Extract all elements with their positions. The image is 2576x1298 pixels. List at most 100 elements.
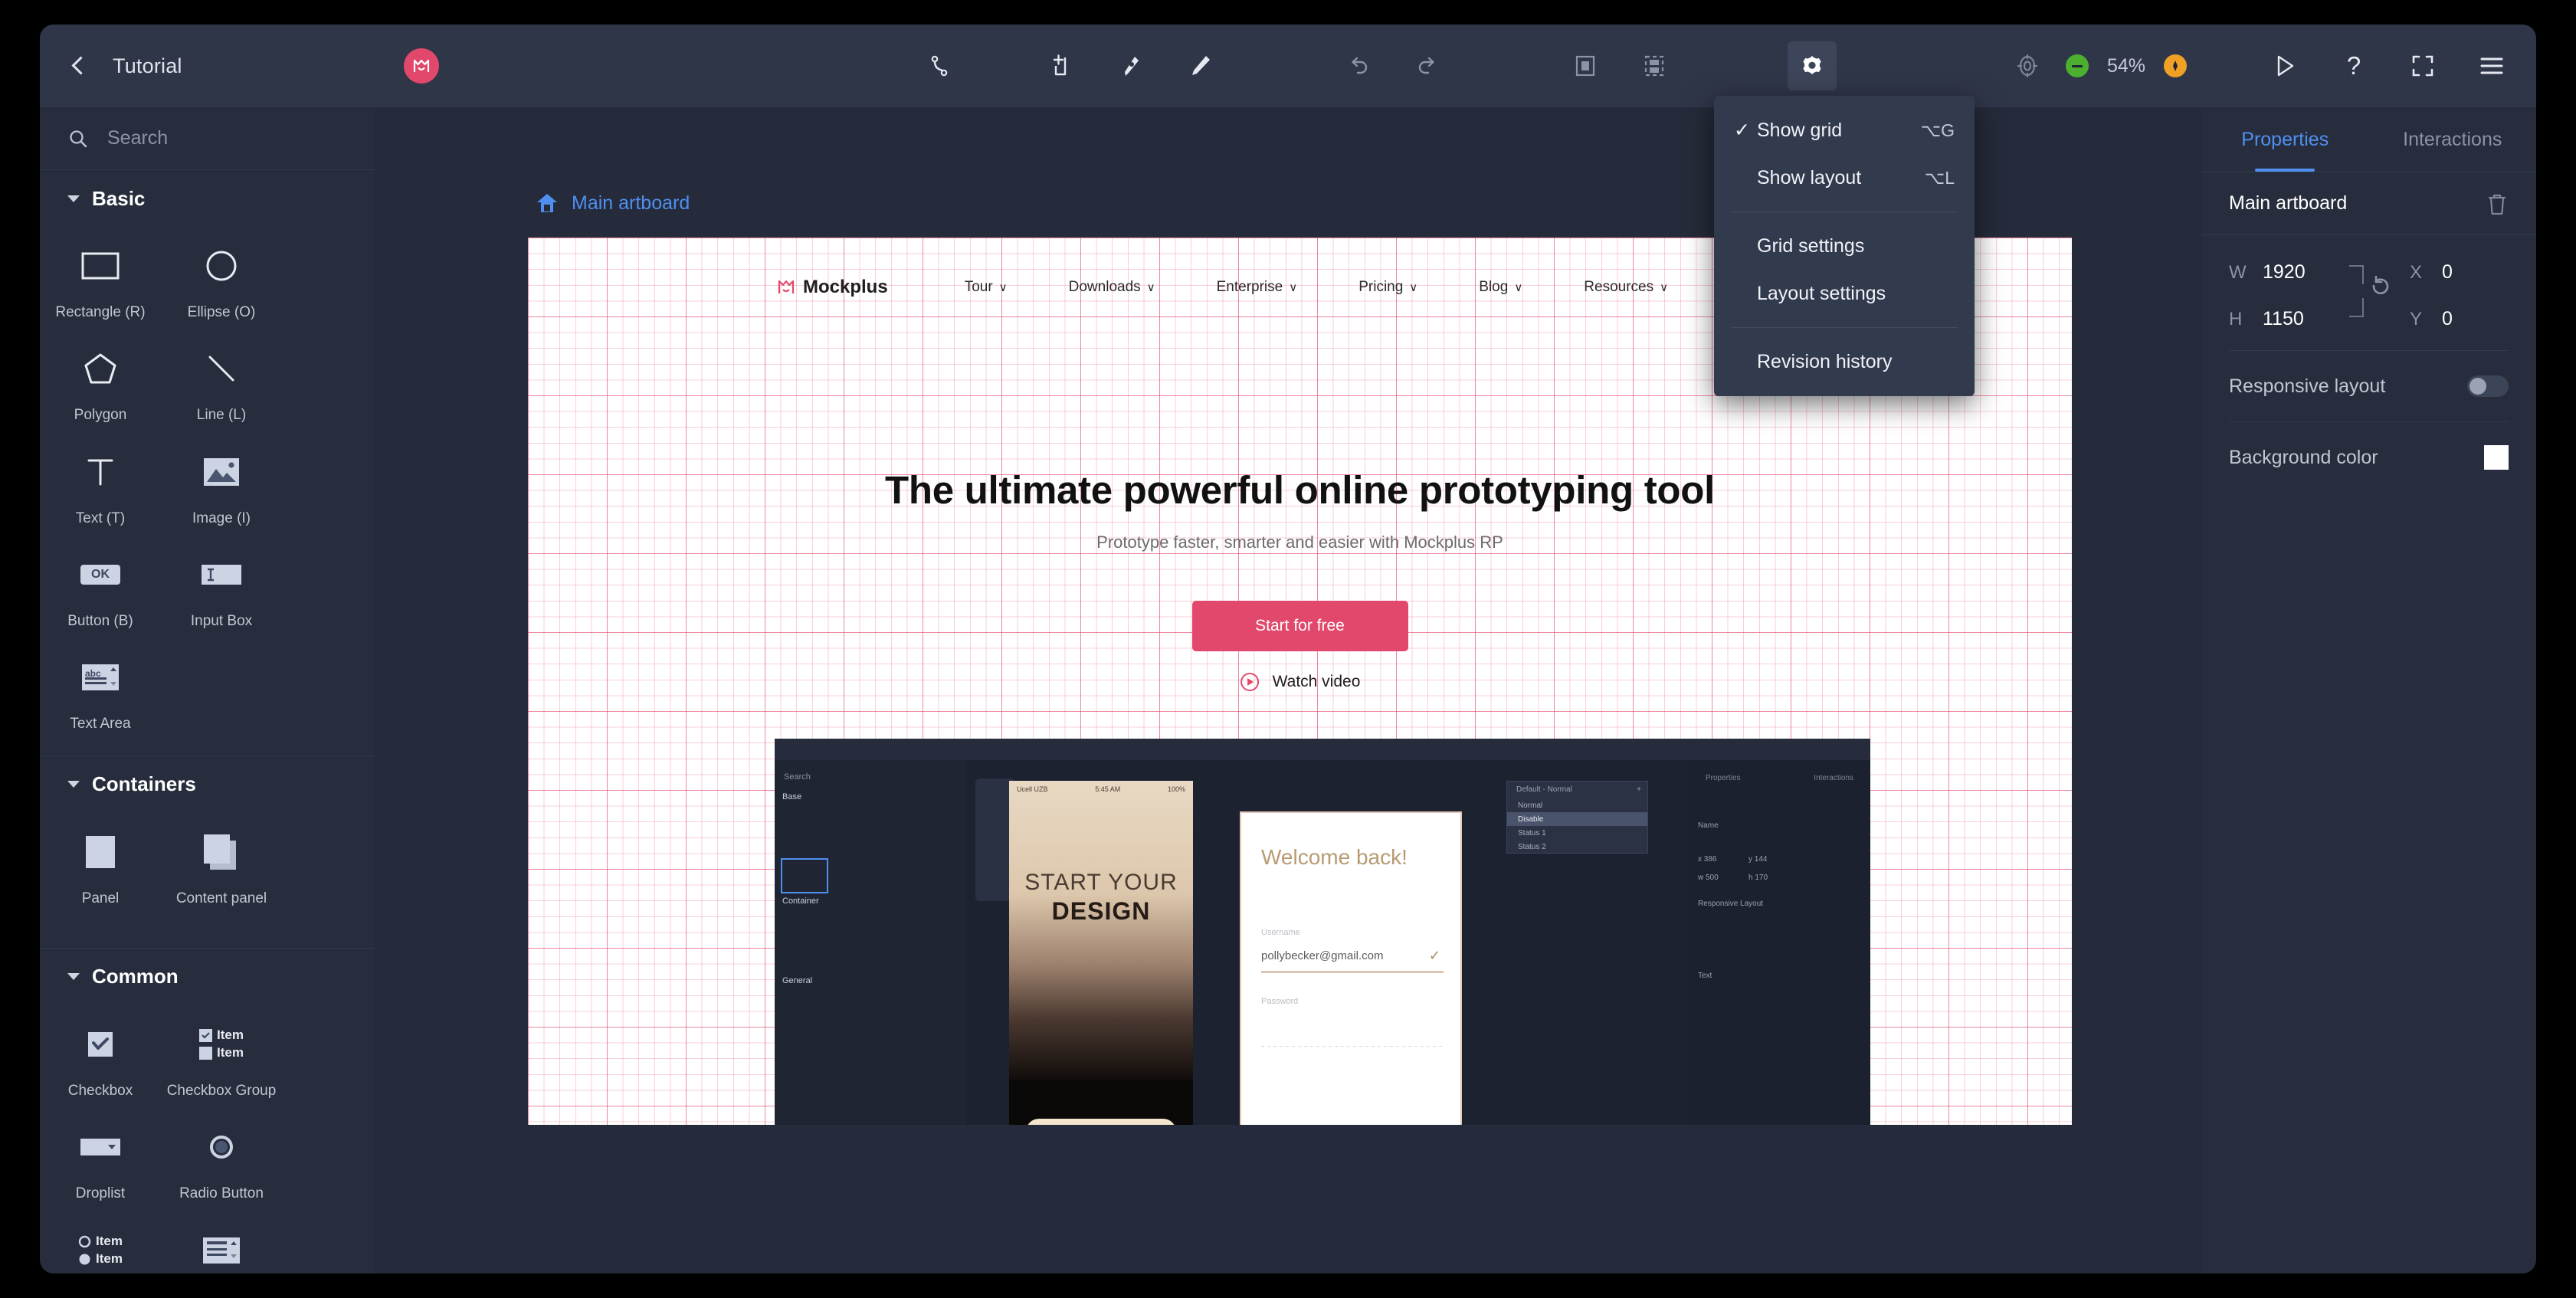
mockplus-logo[interactable] (404, 48, 439, 84)
responsive-layout-toggle[interactable] (2467, 375, 2509, 397)
trash-icon (2489, 194, 2506, 215)
component-input-box[interactable]: Input Box (161, 536, 282, 638)
tab-interactions[interactable]: Interactions (2369, 107, 2537, 172)
pencil-tool[interactable] (1176, 41, 1225, 90)
component-checkbox[interactable]: Checkbox (40, 1005, 161, 1108)
nav-item[interactable]: Resources ∨ (1584, 279, 1668, 296)
component-content-panel[interactable]: Content panel (161, 813, 282, 916)
x-value[interactable]: 0 (2442, 261, 2453, 284)
background-color-swatch[interactable] (2484, 445, 2509, 470)
shot-dropdown-option: Status 1 (1518, 828, 1546, 837)
app-window: Tutorial 54% ? Search Basic Rectangle (R… (40, 25, 2536, 1273)
pen-tool[interactable] (1107, 41, 1156, 90)
checkbox-icon (88, 1016, 113, 1073)
fit-to-screen-icon[interactable] (2003, 41, 2052, 90)
check-icon: ✓ (1734, 120, 1750, 141)
component-panel[interactable]: Panel (40, 813, 161, 916)
menu-item-layout-settings[interactable]: Layout settings (1714, 270, 1975, 317)
start-for-free-button[interactable]: Start for free (1191, 601, 1408, 651)
text-area-icon: abc (82, 649, 119, 706)
nav-item[interactable]: Tour ∨ (965, 279, 1008, 296)
nav-item-label: Enterprise (1216, 279, 1283, 295)
nav-item-label: Downloads (1068, 279, 1141, 295)
nav-item[interactable]: Enterprise ∨ (1217, 279, 1298, 296)
watch-video-link[interactable]: Watch video (1240, 672, 1360, 692)
background-color-label: Background color (2229, 446, 2378, 468)
component-text-area[interactable]: abc Text Area (40, 638, 161, 741)
component-image[interactable]: Image (I) (161, 433, 282, 536)
nav-item[interactable]: Pricing ∨ (1358, 279, 1417, 296)
shot-group-base: Base (782, 792, 802, 801)
align-multi-tool[interactable] (1630, 41, 1679, 90)
fullscreen-button[interactable] (2398, 41, 2447, 90)
component-list[interactable]: List (161, 1211, 282, 1274)
group-header-containers[interactable]: Containers (40, 756, 375, 813)
component-polygon[interactable]: Polygon (40, 329, 161, 432)
main-menu-button[interactable] (2467, 41, 2516, 90)
connection-tool[interactable] (916, 41, 965, 90)
menu-divider (1731, 211, 1958, 212)
help-button[interactable]: ? (2329, 41, 2378, 90)
component-droplist[interactable]: Droplist (40, 1108, 161, 1211)
library-group-basic: Basic Rectangle (R) Ellipse (O) Polygon … (40, 170, 375, 756)
shot-phone1-statusbar: Ucell UZB 5:45 AM 100% (1009, 781, 1193, 798)
component-checkbox-group[interactable]: Item Item Checkbox Group (161, 1005, 282, 1108)
shot-phone1-title-top: START YOUR (1024, 870, 1178, 895)
h-value[interactable]: 1150 (2263, 308, 2355, 330)
component-button[interactable]: OK Button (B) (40, 536, 161, 638)
shot-password-label: Password (1261, 997, 1299, 1006)
group-header-common[interactable]: Common (40, 949, 375, 1005)
zoom-in-button[interactable] (2164, 54, 2187, 77)
mock-brand-name: Mockplus (803, 277, 888, 297)
y-value[interactable]: 0 (2442, 308, 2453, 330)
component-rectangle[interactable]: Rectangle (R) (40, 227, 161, 329)
menu-item-show-layout[interactable]: Show layout ⌥L (1714, 154, 1975, 202)
checkbox-item-label: Item (217, 1028, 244, 1043)
list-icon (203, 1222, 240, 1274)
nav-item[interactable]: Downloads ∨ (1069, 279, 1155, 296)
settings-button[interactable] (1788, 41, 1837, 90)
background-color-row: Background color (2201, 422, 2536, 493)
shot-properties-tab: Properties (1706, 774, 1741, 782)
top-toolbar: Tutorial 54% ? (40, 25, 2536, 107)
menu-item-grid-settings[interactable]: Grid settings (1714, 222, 1975, 270)
component-radio-button[interactable]: Radio Button (161, 1108, 282, 1211)
search-bar[interactable]: Search (40, 107, 375, 170)
group-header-basic[interactable]: Basic (40, 170, 375, 227)
preview-button[interactable] (2260, 41, 2309, 90)
align-single-tool[interactable] (1561, 41, 1610, 90)
component-text[interactable]: Text (T) (40, 433, 161, 536)
line-icon (205, 340, 238, 397)
menu-item-show-grid[interactable]: ✓ Show grid ⌥G (1714, 107, 1975, 154)
undo-button[interactable] (1334, 41, 1383, 90)
component-radio-group[interactable]: Item Item Radio Button Group (40, 1211, 161, 1274)
shot-dropdown-option: Normal (1518, 801, 1543, 810)
w-value[interactable]: 1920 (2263, 261, 2355, 284)
shot-dropdown-option: Status 2 (1518, 842, 1546, 851)
chevron-down-icon: ∨ (1660, 281, 1669, 294)
toolbar-icon-group (916, 41, 1837, 90)
nav-item[interactable]: Blog ∨ (1479, 279, 1522, 296)
component-ellipse[interactable]: Ellipse (O) (161, 227, 282, 329)
back-button[interactable] (67, 54, 90, 77)
menu-item-revision-history[interactable]: Revision history (1714, 338, 1975, 385)
redo-button[interactable] (1403, 41, 1452, 90)
shot-dropdown-header: Default - Normal + (1507, 782, 1647, 798)
properties-panel: Properties Interactions Main artboard W … (2201, 107, 2536, 1273)
mock-nav-items: Tour ∨ Downloads ∨ Enterprise ∨ Pricing ∨ Bl… (965, 279, 1800, 296)
zoom-out-button[interactable] (2066, 54, 2089, 77)
h-label: H (2229, 308, 2243, 329)
search-input[interactable]: Search (107, 127, 168, 149)
component-label: Content panel (175, 890, 267, 906)
component-line[interactable]: Line (L) (161, 329, 282, 432)
zoom-level[interactable]: 54% (2102, 55, 2150, 77)
menu-item-shortcut: ⌥G (1920, 120, 1955, 140)
add-artboard-tool[interactable] (1038, 41, 1087, 90)
w-label: W (2229, 261, 2247, 283)
rectangle-icon (81, 238, 120, 294)
chevron-down-icon (67, 195, 80, 202)
breadcrumb[interactable]: Main artboard (536, 192, 690, 215)
component-slot-empty (40, 916, 161, 934)
tab-properties[interactable]: Properties (2201, 107, 2369, 172)
radio-group-icon: Item Item (78, 1222, 123, 1274)
